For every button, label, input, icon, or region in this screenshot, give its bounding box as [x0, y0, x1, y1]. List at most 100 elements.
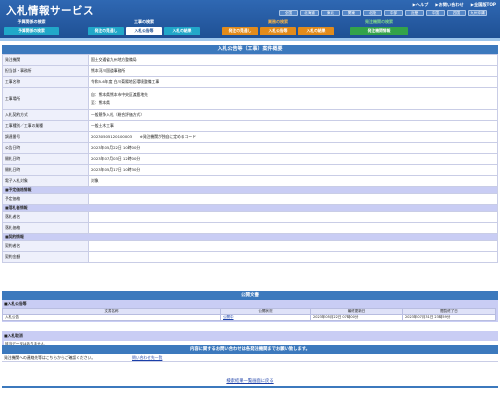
table-row: 公告日時 2023年05月22日 10時00分	[2, 142, 498, 154]
table-row: 開札日時 2023年07月03日 12時00分	[2, 153, 498, 165]
row-label: 工事場所	[2, 87, 89, 110]
contact-text: 発注機関への連絡先等はこちらからご確認ください。	[4, 355, 96, 360]
table-row: 電子入札対象 対象	[2, 175, 498, 187]
tab-services-notices[interactable]: 入札公告等	[260, 27, 296, 35]
region-kinki[interactable]: 近畿	[405, 10, 424, 16]
row-value	[88, 211, 498, 223]
row-label: 工事名称	[2, 76, 89, 88]
row-label: 契約者名	[2, 240, 89, 252]
header-divider	[0, 38, 500, 41]
row-label: 落札価格	[2, 222, 89, 234]
region-selector: 全国 北海道 東北 関東 北陸 中部 近畿 中国 四国 九州沖縄	[279, 10, 487, 16]
row-label: 開札日時	[2, 164, 89, 176]
row-label: 予定価格	[2, 193, 89, 205]
row-label: 担当部・事務所	[2, 65, 89, 77]
row-label: 契約金額	[2, 251, 89, 263]
region-hokuriku[interactable]: 北陸	[363, 10, 382, 16]
doc-end: 2023年07月31日 23時59分	[402, 314, 496, 321]
site-logo[interactable]: 入札情報サービス	[6, 3, 94, 18]
row-label: 入札契約方式	[2, 109, 89, 121]
nav-group-label: 予算関係の検索	[17, 19, 46, 24]
section-header: ■予定価格情報	[2, 186, 498, 194]
region-chubu[interactable]: 中部	[384, 10, 403, 16]
national-top-link[interactable]: ▶全国版TOP	[471, 2, 496, 8]
nav-group-label: 工事の検索	[134, 19, 154, 24]
row-value	[88, 193, 498, 205]
region-hokkaido[interactable]: 北海道	[300, 10, 319, 16]
row-value: 対象	[88, 175, 498, 187]
doc-updated: 2023年05月22日 07時00分	[310, 314, 403, 321]
table-row: 開札日時 2023年05月17日 10時30分	[2, 164, 498, 176]
table-row: 調達番号 20230505120100003 ※発注機関が独自に定めるコード	[2, 131, 498, 143]
back-link[interactable]: 検索結果一覧画面に戻る	[226, 379, 273, 384]
region-shikoku[interactable]: 四国	[447, 10, 466, 16]
tab-budget-search[interactable]: 予算関係の検索	[4, 27, 59, 35]
documents-table: 文書名称 公開状況 最終更新日 閲覧終了日 入札公告 公開中 2023年05月2…	[2, 308, 496, 321]
region-national[interactable]: 全国	[279, 10, 298, 16]
table-row: 予定価格	[2, 193, 498, 205]
help-link[interactable]: ▶ヘルプ	[413, 2, 429, 8]
table-row: 発注機関 国土交通省九州地方整備局	[2, 54, 498, 66]
region-kyushu[interactable]: 九州沖縄	[468, 10, 487, 16]
table-row: 入札公告 公開中 2023年05月22日 07時00分 2023年07月31日 …	[2, 314, 496, 321]
page-title: 入札公告等（工事）案件概要	[2, 45, 498, 54]
location-from: 自：熊本県熊本市中央区渡鹿地先	[91, 91, 148, 97]
back-to-results: 検索結果一覧画面に戻る	[0, 378, 500, 384]
tab-construction-results[interactable]: 入札の結果	[164, 27, 200, 35]
row-value: 令和5-6年度 白川菊陽地区環境整備工事	[88, 76, 498, 88]
site-header: 入札情報サービス ▶ヘルプ ▶お問い合わせ ▶全国版TOP 全国 北海道 東北 …	[0, 0, 500, 40]
row-label: 電子入札対象	[2, 175, 89, 187]
nav-group-agencies: 発注機関の検索 発注機関情報	[350, 19, 408, 38]
nav-group-label: 発注機関の検索	[365, 19, 393, 24]
section-header: ■契約情報	[2, 233, 498, 241]
section-title: ■予定価格情報	[2, 186, 498, 194]
tab-services-outlook[interactable]: 発注の見通し	[222, 27, 258, 35]
table-row: 工事種別／工事の業種 一般土木工事	[2, 120, 498, 132]
nav-group-services: 業務の検索 発注の見通し 入札公告等 入札の結果	[222, 19, 334, 38]
row-value	[88, 222, 498, 234]
section-header: ■落札者情報	[2, 204, 498, 212]
row-value: 2023年07月03日 12時00分	[88, 153, 498, 165]
row-label: 調達番号	[2, 131, 89, 143]
row-label: 工事種別／工事の業種	[2, 120, 89, 132]
nav-group-budget: 予算関係の検索 予算関係の検索	[4, 19, 59, 38]
nav-group-construction: 工事の検索 発注の見通し 入札公告等 入札の結果	[88, 19, 200, 38]
section-title: ■落札者情報	[2, 204, 498, 212]
header-links: ▶ヘルプ ▶お問い合わせ ▶全国版TOP	[413, 2, 496, 8]
region-tohoku[interactable]: 東北	[321, 10, 340, 16]
row-value	[88, 240, 498, 252]
table-row: 工事名称 令和5-6年度 白川菊陽地区環境整備工事	[2, 76, 498, 88]
public-docs-subtitle: ■入札公告等	[4, 301, 27, 306]
row-value	[88, 251, 498, 263]
row-value: 一般競争入札（総合評価方式）	[88, 109, 498, 121]
section-title: ■契約情報	[2, 233, 498, 241]
row-label: 落札者名	[2, 211, 89, 223]
row-value: 2023年05月17日 10時30分	[88, 164, 498, 176]
cancel-subtitle: ■入札取消	[4, 333, 23, 338]
row-value: 自：熊本県熊本市中央区渡鹿地先 至：熊本県	[88, 87, 498, 110]
footer-divider	[2, 386, 498, 388]
tab-construction-notices[interactable]: 入札公告等	[126, 27, 162, 35]
row-value: 2023年05月22日 10時00分	[88, 142, 498, 154]
row-label: 公告日時	[2, 142, 89, 154]
tab-services-results[interactable]: 入札の結果	[298, 27, 334, 35]
contact-list-link[interactable]: 問い合わせ先一覧	[132, 355, 162, 361]
location-to: 至：熊本県	[91, 99, 110, 105]
table-row: 入札契約方式 一般競争入札（総合評価方式）	[2, 109, 498, 121]
table-row: 契約者名	[2, 240, 498, 252]
region-kanto[interactable]: 関東	[342, 10, 361, 16]
contact-link[interactable]: ▶お問い合わせ	[435, 2, 463, 8]
table-row: 落札価格	[2, 222, 498, 234]
tab-agency-info[interactable]: 発注機関情報	[350, 27, 408, 35]
table-row: 工事場所 自：熊本県熊本市中央区渡鹿地先 至：熊本県	[2, 87, 498, 110]
tab-construction-outlook[interactable]: 発注の見通し	[88, 27, 124, 35]
table-row: 契約金額	[2, 251, 498, 263]
row-value: 熊本河川国道事務所	[88, 65, 498, 77]
table-row: 落札者名	[2, 211, 498, 223]
row-label: 発注機関	[2, 54, 89, 66]
region-chugoku[interactable]: 中国	[426, 10, 445, 16]
contact-row: 発注機関への連絡先等はこちらからご確認ください。 問い合わせ先一覧	[2, 354, 498, 362]
public-docs-title: 公開文書	[2, 291, 498, 300]
doc-status-link[interactable]: 公開中	[220, 314, 311, 321]
table-row: 担当部・事務所 熊本河川国道事務所	[2, 65, 498, 77]
